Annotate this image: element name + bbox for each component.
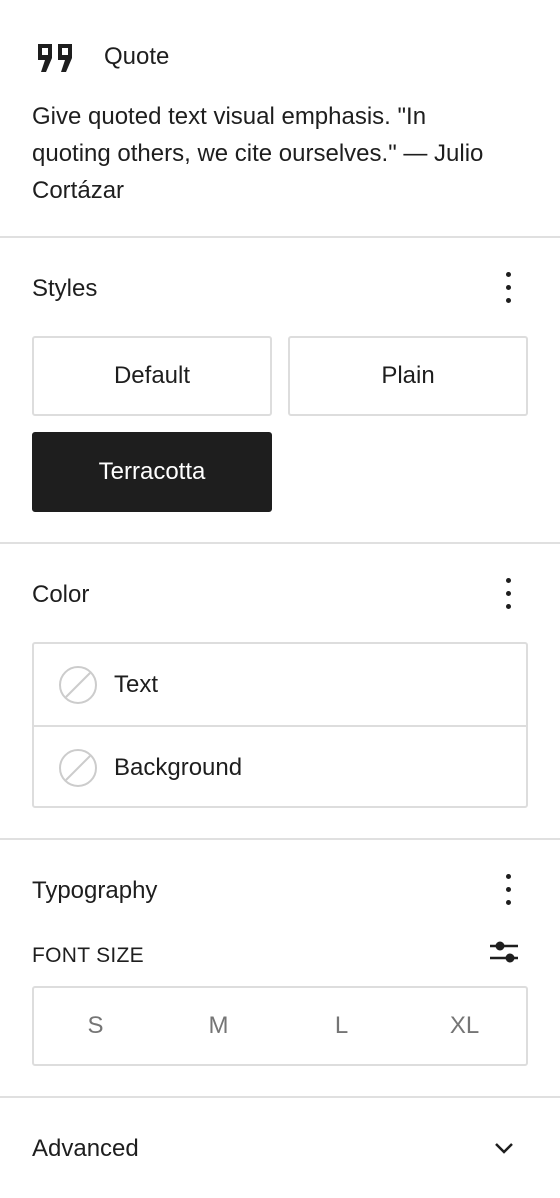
styles-panel: Styles Default Plain Terracotta bbox=[0, 238, 560, 544]
styles-options-button[interactable] bbox=[496, 268, 520, 308]
chevron-down-icon bbox=[495, 1143, 513, 1154]
background-color-option[interactable]: Background bbox=[34, 725, 526, 808]
quote-icon bbox=[38, 44, 72, 72]
style-terracotta-button[interactable]: Terracotta bbox=[32, 432, 272, 512]
font-size-xl-option[interactable]: XL bbox=[403, 988, 526, 1064]
block-inspector-panel: Quote Give quoted text visual emphasis. … bbox=[0, 0, 560, 1198]
style-default-button[interactable]: Default bbox=[32, 336, 272, 416]
font-size-label: FONT SIZE bbox=[32, 944, 144, 967]
text-color-label: Text bbox=[114, 670, 159, 698]
font-size-l-option[interactable]: L bbox=[280, 988, 403, 1064]
font-size-m-option[interactable]: M bbox=[157, 988, 280, 1064]
color-settings: Text Background bbox=[32, 642, 528, 808]
font-size-picker: S M L XL bbox=[32, 986, 528, 1066]
font-size-s-option[interactable]: S bbox=[34, 988, 157, 1064]
advanced-panel-toggle[interactable]: Advanced bbox=[0, 1098, 560, 1198]
advanced-title: Advanced bbox=[32, 1135, 139, 1162]
background-color-label: Background bbox=[114, 753, 243, 781]
custom-size-sliders-icon[interactable] bbox=[488, 938, 520, 966]
typography-title: Typography bbox=[32, 877, 158, 904]
style-plain-button[interactable]: Plain bbox=[288, 336, 528, 416]
color-options-button[interactable] bbox=[496, 574, 520, 614]
block-description: Give quoted text visual emphasis. "In qu… bbox=[32, 103, 484, 204]
text-color-option[interactable]: Text bbox=[34, 644, 526, 725]
color-panel: Color Text Background bbox=[0, 544, 560, 840]
color-title: Color bbox=[32, 581, 90, 608]
block-card: Quote Give quoted text visual emphasis. … bbox=[0, 0, 560, 238]
styles-title: Styles bbox=[32, 275, 98, 302]
typography-panel: Typography FONT SIZE S M L XL bbox=[0, 840, 560, 1098]
empty-swatch-icon bbox=[59, 665, 97, 704]
empty-swatch-icon bbox=[59, 748, 97, 787]
typography-options-button[interactable] bbox=[496, 870, 520, 910]
block-title: Quote bbox=[104, 43, 170, 70]
